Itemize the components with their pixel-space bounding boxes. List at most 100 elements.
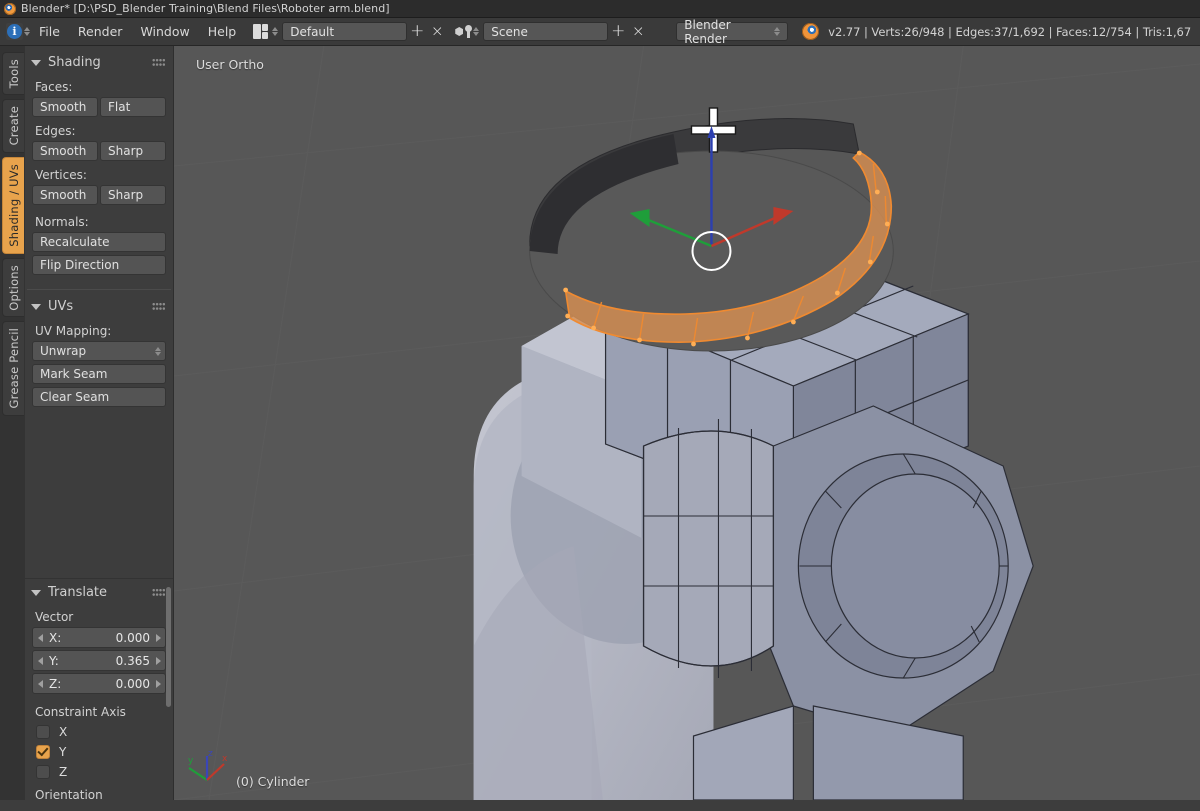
- drag-grip-icon[interactable]: [152, 302, 165, 311]
- increment-arrow-icon[interactable]: [156, 680, 161, 688]
- collapse-triangle-icon: [31, 60, 41, 66]
- recalculate-normals-button[interactable]: Recalculate: [32, 232, 166, 252]
- mark-seam-button[interactable]: Mark Seam: [32, 364, 166, 384]
- menu-render[interactable]: Render: [69, 18, 132, 46]
- edges-button-row: Smooth Sharp: [32, 141, 166, 161]
- faces-smooth-button[interactable]: Smooth: [32, 97, 98, 117]
- render-engine-field[interactable]: Blender Render: [676, 22, 788, 41]
- translate-panel-title: Translate: [48, 585, 107, 600]
- increment-arrow-icon[interactable]: [156, 634, 161, 642]
- tab-tools-label: Tools: [7, 53, 21, 94]
- tab-shading-uvs-label: Shading / UVs: [7, 158, 21, 253]
- vector-x-value: 0.000: [116, 631, 150, 645]
- add-screen-layout-button[interactable]: +: [407, 20, 427, 44]
- add-scene-button[interactable]: +: [608, 20, 628, 44]
- main-area: Tools Create Shading / UVs Options Greas…: [0, 46, 1200, 800]
- operator-panel-scrollbar[interactable]: [166, 587, 171, 707]
- render-engine-spinner-icon: [774, 27, 780, 36]
- tool-shelf-region: Tools Create Shading / UVs Options Greas…: [0, 46, 173, 800]
- window-titlebar: Blender* [D:\PSD_Blender Training\Blend …: [0, 0, 1200, 18]
- svg-text:y: y: [188, 756, 194, 766]
- vertices-smooth-button[interactable]: Smooth: [32, 185, 98, 205]
- screen-layout-spinner-icon[interactable]: [272, 27, 278, 36]
- vector-y-value: 0.365: [116, 654, 150, 668]
- scene-name-field[interactable]: Scene: [483, 22, 608, 41]
- unwrap-spinner-icon: [155, 347, 161, 356]
- delete-scene-button[interactable]: ×: [628, 20, 648, 44]
- drag-grip-icon[interactable]: [152, 58, 165, 67]
- edges-sharp-button[interactable]: Sharp: [100, 141, 166, 161]
- constraint-axis-z-checkbox[interactable]: [36, 765, 50, 779]
- 3d-viewport[interactable]: User Ortho (0) Cylinder y z x: [173, 46, 1200, 800]
- constraint-axis-z-label: Z: [59, 765, 67, 779]
- tab-tools[interactable]: Tools: [2, 52, 24, 95]
- top-menubar: i File Render Window Help Default + × Sc…: [0, 18, 1200, 46]
- menu-window[interactable]: Window: [131, 18, 198, 46]
- unwrap-dropdown[interactable]: Unwrap: [32, 341, 166, 361]
- blender-logo-icon: [802, 23, 819, 40]
- normals-label: Normals:: [32, 208, 166, 232]
- scene-icon[interactable]: [455, 24, 472, 39]
- vertices-sharp-button[interactable]: Sharp: [100, 185, 166, 205]
- constraint-axis-x-row[interactable]: X: [32, 722, 166, 742]
- shading-panel-header[interactable]: Shading: [25, 49, 173, 76]
- vector-z-value: 0.000: [116, 677, 150, 691]
- tab-create[interactable]: Create: [2, 99, 24, 152]
- decrement-arrow-icon[interactable]: [38, 680, 43, 688]
- tab-shading-uvs[interactable]: Shading / UVs: [2, 157, 24, 254]
- faces-flat-button[interactable]: Flat: [100, 97, 166, 117]
- faces-button-row: Smooth Flat: [32, 97, 166, 117]
- orientation-label: Orientation: [32, 782, 166, 805]
- collapse-triangle-icon: [31, 590, 41, 596]
- drag-grip-icon[interactable]: [152, 588, 165, 597]
- tab-grease-pencil[interactable]: Grease Pencil: [2, 321, 24, 415]
- scene-spinner-icon[interactable]: [473, 27, 479, 36]
- vector-x-field[interactable]: X: 0.000: [32, 627, 166, 648]
- uvs-panel-header[interactable]: UVs: [25, 293, 173, 320]
- delete-screen-layout-button[interactable]: ×: [427, 20, 447, 44]
- svg-text:x: x: [222, 754, 228, 764]
- viewport-object-label: (0) Cylinder: [236, 774, 309, 789]
- panel-divider: [27, 289, 171, 290]
- constraint-axis-x-label: X: [59, 725, 67, 739]
- vector-y-field[interactable]: Y: 0.365: [32, 650, 166, 671]
- vector-label: Vector: [32, 606, 166, 627]
- decrement-arrow-icon[interactable]: [38, 634, 43, 642]
- screen-layout-field[interactable]: Default: [282, 22, 407, 41]
- menu-help[interactable]: Help: [199, 18, 246, 46]
- clear-seam-button[interactable]: Clear Seam: [32, 387, 166, 407]
- tab-options-label: Options: [7, 259, 21, 317]
- translate-panel-header[interactable]: Translate: [25, 579, 173, 606]
- scene-statistics: v2.77 | Verts:26/948 | Edges:37/1,692 | …: [828, 25, 1191, 39]
- edges-label: Edges:: [32, 120, 166, 141]
- constraint-axis-z-row[interactable]: Z: [32, 762, 166, 782]
- constraint-axis-y-label: Y: [59, 745, 66, 759]
- constraint-axis-y-row[interactable]: Y: [32, 742, 166, 762]
- editor-type-selector[interactable]: i: [6, 23, 23, 40]
- edges-smooth-button[interactable]: Smooth: [32, 141, 98, 161]
- render-engine-label: Blender Render: [684, 18, 773, 46]
- viewport-axis-gizmo: y z x: [184, 746, 230, 792]
- increment-arrow-icon[interactable]: [156, 657, 161, 665]
- tool-shelf-tabs: Tools Create Shading / UVs Options Greas…: [0, 46, 25, 800]
- flip-direction-button[interactable]: Flip Direction: [32, 255, 166, 275]
- vertices-button-row: Smooth Sharp: [32, 185, 166, 205]
- constraint-axis-y-checkbox[interactable]: [36, 745, 50, 759]
- collapse-triangle-icon: [31, 304, 41, 310]
- constraint-axis-label: Constraint Axis: [32, 696, 166, 722]
- blender-logo-icon: [4, 3, 16, 15]
- menu-file[interactable]: File: [30, 18, 69, 46]
- uvs-panel-body: UV Mapping: Unwrap Mark Seam Clear Seam: [25, 320, 173, 416]
- tab-options[interactable]: Options: [2, 258, 24, 318]
- viewport-view-label: User Ortho: [196, 57, 264, 72]
- shading-panel-body: Faces: Smooth Flat Edges: Smooth Sharp V…: [25, 76, 173, 284]
- uvs-panel-title: UVs: [48, 299, 73, 314]
- vertices-label: Vertices:: [32, 164, 166, 185]
- faces-label: Faces:: [32, 76, 166, 97]
- translate-panel-body: Vector X: 0.000 Y: 0.365 Z: 0.000: [25, 606, 173, 811]
- vector-z-field[interactable]: Z: 0.000: [32, 673, 166, 694]
- constraint-axis-x-checkbox[interactable]: [36, 725, 50, 739]
- decrement-arrow-icon[interactable]: [38, 657, 43, 665]
- unwrap-dropdown-label: Unwrap: [40, 344, 86, 358]
- screen-layout-icon[interactable]: [253, 24, 271, 39]
